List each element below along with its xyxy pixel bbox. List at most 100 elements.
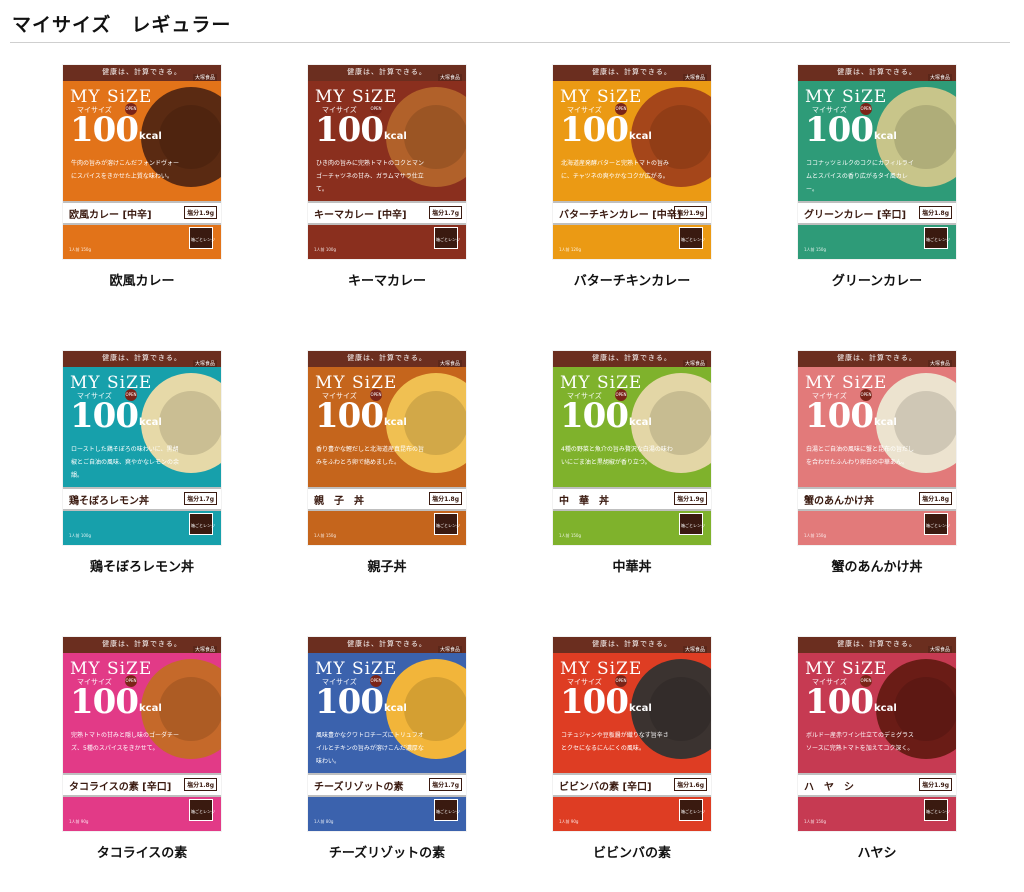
package-product-name: 鶏そぼろレモン丼 [69, 496, 149, 507]
product-item[interactable]: 健康は、計算できる。 大塚食品 MY SiZE マイサイズ OPEN 100 kcal 白湯と… [777, 351, 977, 575]
package-description: ひき肉の旨みに完熟トマトのコクとマンゴーチャツネの甘み、ガラムマサラ仕立て。 [316, 160, 425, 193]
microwave-label: 箱ごとレンジ [191, 809, 215, 814]
package-description: 風味豊かなクワトロチーズにトリュフオイルとチキンの旨みが溶けこんだ濃厚な味わい。 [316, 732, 424, 765]
product-image[interactable]: 健康は、計算できる。 大塚食品 MY SiZE マイサイズ OPEN 100 kcal ボルド… [798, 637, 956, 831]
product-image[interactable]: 健康は、計算できる。 大塚食品 MY SiZE マイサイズ OPEN 100 kcal コチュ… [553, 637, 711, 831]
package-brand: 大塚食品 [682, 646, 707, 653]
product-item[interactable]: 健康は、計算できる。 大塚食品 MY SiZE マイサイズ OPEN 100 kcal 完熟ト… [42, 637, 242, 861]
package-brand: 大塚食品 [437, 646, 462, 653]
microwave-label: 箱ごとレンジ [681, 809, 705, 814]
package-brand: 大塚食品 [682, 74, 707, 81]
microwave-icon: 箱ごとレンジ [434, 513, 460, 535]
microwave-label: 箱ごとレンジ [926, 237, 950, 242]
product-name-link[interactable]: 親子丼 [287, 556, 487, 575]
product-item[interactable]: 健康は、計算できる。 大塚食品 MY SiZE マイサイズ OPEN 100 kcal 風味豊… [287, 637, 487, 861]
package-logo: MY SiZE [805, 373, 888, 393]
package-product-name: 欧風カレー [中辛] [69, 210, 152, 221]
kcal-number: 100 [315, 396, 384, 436]
product-image[interactable]: 健康は、計算できる。 大塚食品 MY SiZE マイサイズ OPEN 100 kcal ひき肉… [308, 65, 466, 259]
product-image[interactable]: 健康は、計算できる。 大塚食品 MY SiZE マイサイズ OPEN 100 kcal 4種の… [553, 351, 711, 545]
package-weight: 1人前 90g [69, 819, 89, 824]
microwave-icon: 箱ごとレンジ [679, 227, 705, 249]
package-weight: 1人前 100g [314, 247, 336, 252]
product-image[interactable]: 健康は、計算できる。 大塚食品 MY SiZE マイサイズ OPEN 100 kcal ココナ… [798, 65, 956, 259]
product-image[interactable]: 健康は、計算できる。 大塚食品 MY SiZE マイサイズ OPEN 100 kcal 北海道… [553, 65, 711, 259]
kcal-unit: kcal [629, 703, 652, 714]
kcal-number: 100 [315, 110, 384, 150]
microwave-label: 箱ごとレンジ [681, 523, 705, 528]
product-image[interactable]: 健康は、計算できる。 大塚食品 MY SiZE マイサイズ OPEN 100 kcal 白湯と… [798, 351, 956, 545]
product-item[interactable]: 健康は、計算できる。 大塚食品 MY SiZE マイサイズ OPEN 100 kcal コチュ… [532, 637, 732, 861]
product-item[interactable]: 健康は、計算できる。 大塚食品 MY SiZE マイサイズ OPEN 100 kcal 北海道… [532, 65, 732, 289]
package-product-name: バターチキンカレー [中辛] [559, 210, 682, 221]
package-description: 白湯とご自油の風味に蟹と昆布の旨だしを合わせたふんわり卵白の中華あん。 [806, 446, 915, 466]
kcal-unit: kcal [384, 703, 407, 714]
package-description: 完熟トマトの甘みと隠し味のゴーダチーズ、5種のスパイスをきかせて。 [71, 732, 180, 752]
package-description: ココナッツミルクのコクにカフィルライムとスパイスの香り広がるタイ風カレー。 [806, 160, 914, 193]
product-image[interactable]: 健康は、計算できる。 大塚食品 MY SiZE マイサイズ OPEN 100 kcal 風味豊… [308, 637, 466, 831]
package-brand: 大塚食品 [437, 74, 462, 81]
product-name-link[interactable]: ハヤシ [777, 842, 977, 861]
package-description: 北海道産発酵バターと完熟トマトの旨みに、チャツネの爽やかなコクが広がる。 [561, 160, 670, 180]
microwave-label: 箱ごとレンジ [191, 237, 215, 242]
salt-badge: 塩分1.9g [674, 492, 707, 505]
kcal-number: 100 [560, 110, 629, 150]
package-weight: 1人前 150g [69, 247, 91, 252]
product-item[interactable]: 健康は、計算できる。 大塚食品 MY SiZE マイサイズ OPEN 100 kcal ロース… [42, 351, 242, 575]
package-label-band: キーマカレー [中辛] 塩分1.7g [308, 201, 466, 225]
product-name-link[interactable]: グリーンカレー [777, 270, 977, 289]
product-item[interactable]: 健康は、計算できる。 大塚食品 MY SiZE マイサイズ OPEN 100 kcal 牛肉の… [42, 65, 242, 289]
product-name-link[interactable]: ビビンバの素 [532, 842, 732, 861]
package-label-band: バターチキンカレー [中辛] 塩分1.9g [553, 201, 711, 225]
package-product-name: チーズリゾットの素 [314, 782, 404, 793]
microwave-icon: 箱ごとレンジ [924, 799, 950, 821]
kcal-unit: kcal [139, 131, 162, 142]
product-item[interactable]: 健康は、計算できる。 大塚食品 MY SiZE マイサイズ OPEN 100 kcal 香り豊… [287, 351, 487, 575]
kcal-number: 100 [315, 682, 384, 722]
product-name-link[interactable]: 蟹のあんかけ丼 [777, 556, 977, 575]
salt-badge: 塩分1.8g [429, 492, 462, 505]
product-page: マイサイズ レギュラー 健康は、計算できる。 大塚食品 MY SiZE マイサイズ OP… [0, 0, 1024, 892]
package-weight: 1人前 90g [559, 819, 579, 824]
package-brand: 大塚食品 [192, 646, 217, 653]
salt-badge: 塩分1.9g [919, 778, 952, 791]
kcal-unit: kcal [139, 417, 162, 428]
package-logo: MY SiZE [315, 659, 398, 679]
kcal-number: 100 [70, 110, 139, 150]
package-logo: MY SiZE [560, 87, 643, 107]
product-name-link[interactable]: 欧風カレー [42, 270, 242, 289]
product-image[interactable]: 健康は、計算できる。 大塚食品 MY SiZE マイサイズ OPEN 100 kcal 香り豊… [308, 351, 466, 545]
product-image[interactable]: 健康は、計算できる。 大塚食品 MY SiZE マイサイズ OPEN 100 kcal 牛肉の… [63, 65, 221, 259]
product-name-link[interactable]: タコライスの素 [42, 842, 242, 861]
product-item[interactable]: 健康は、計算できる。 大塚食品 MY SiZE マイサイズ OPEN 100 kcal ココナ… [777, 65, 977, 289]
package-product-name: グリーンカレー [辛口] [804, 210, 907, 221]
product-item[interactable]: 健康は、計算できる。 大塚食品 MY SiZE マイサイズ OPEN 100 kcal 4種の… [532, 351, 732, 575]
product-name-link[interactable]: 中華丼 [532, 556, 732, 575]
package-label-band: グリーンカレー [辛口] 塩分1.8g [798, 201, 956, 225]
product-item[interactable]: 健康は、計算できる。 大塚食品 MY SiZE マイサイズ OPEN 100 kcal ボルド… [777, 637, 977, 861]
kcal-number: 100 [560, 396, 629, 436]
package-product-name: タコライスの素 [辛口] [69, 782, 172, 793]
kcal-number: 100 [70, 396, 139, 436]
kcal-number: 100 [805, 396, 874, 436]
microwave-icon: 箱ごとレンジ [679, 799, 705, 821]
package-label-band: 親 子 丼 塩分1.8g [308, 487, 466, 511]
product-image[interactable]: 健康は、計算できる。 大塚食品 MY SiZE マイサイズ OPEN 100 kcal ロース… [63, 351, 221, 545]
package-weight: 1人前 100g [69, 533, 91, 538]
product-name-link[interactable]: バターチキンカレー [532, 270, 732, 289]
product-name-link[interactable]: チーズリゾットの素 [287, 842, 487, 861]
kcal-unit: kcal [874, 131, 897, 142]
product-name-link[interactable]: キーマカレー [287, 270, 487, 289]
product-item[interactable]: 健康は、計算できる。 大塚食品 MY SiZE マイサイズ OPEN 100 kcal ひき肉… [287, 65, 487, 289]
package-weight: 1人前 80g [314, 819, 334, 824]
package-label-band: チーズリゾットの素 塩分1.7g [308, 773, 466, 797]
package-label-band: 欧風カレー [中辛] 塩分1.9g [63, 201, 221, 225]
product-name-link[interactable]: 鶏そぼろレモン丼 [42, 556, 242, 575]
package-description: 牛肉の旨みが溶けこんだフォンドヴォーにスパイスをきかせた上質な味わい。 [71, 160, 180, 180]
kcal-number: 100 [805, 110, 874, 150]
salt-badge: 塩分1.6g [674, 778, 707, 791]
product-image[interactable]: 健康は、計算できる。 大塚食品 MY SiZE マイサイズ OPEN 100 kcal 完熟ト… [63, 637, 221, 831]
package-label-band: 蟹のあんかけ丼 塩分1.8g [798, 487, 956, 511]
microwave-label: 箱ごとレンジ [436, 523, 460, 528]
package-brand: 大塚食品 [192, 74, 217, 81]
